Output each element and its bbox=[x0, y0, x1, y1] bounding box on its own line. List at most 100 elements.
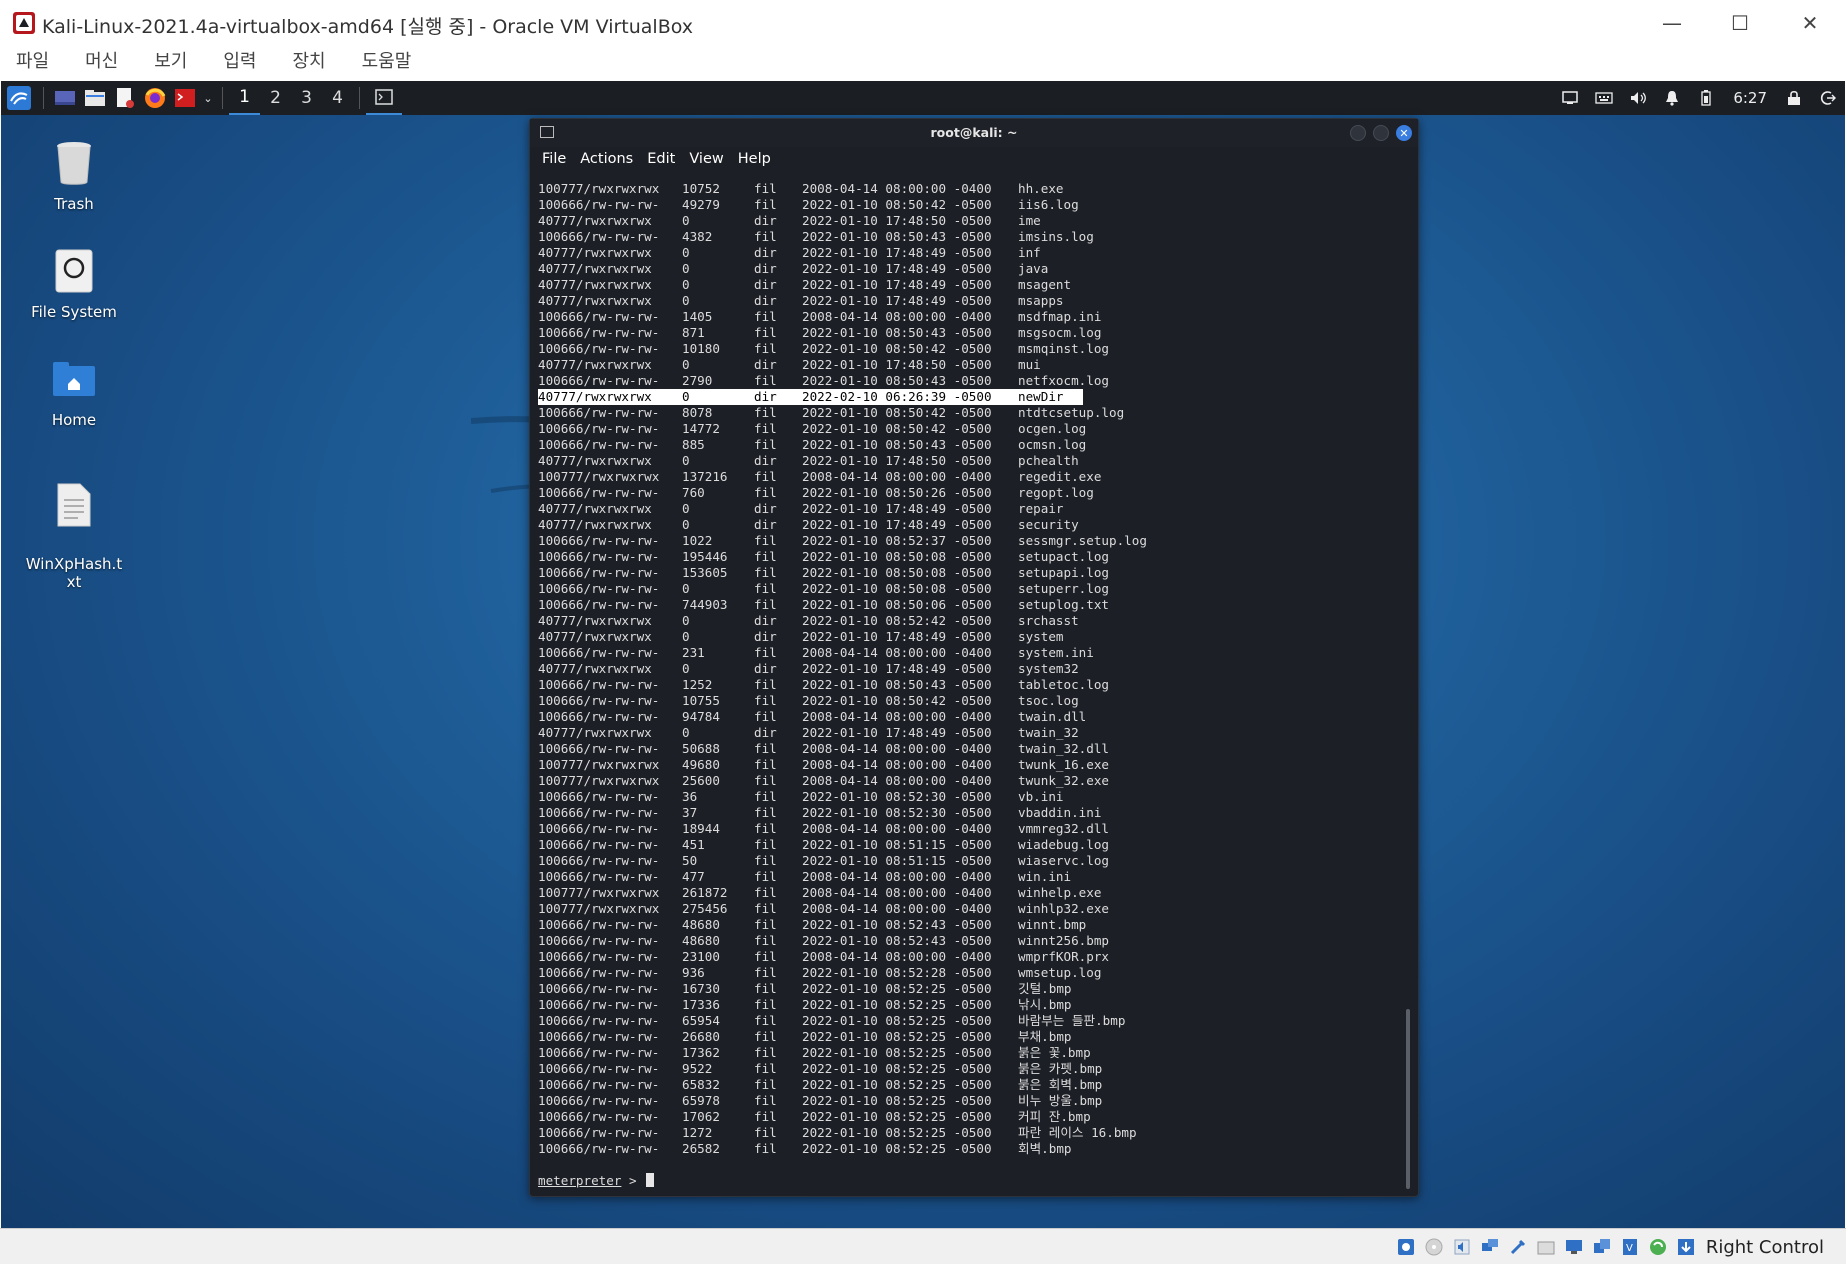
directory-entry[interactable]: 40777/rwxrwxrwx 0 dir 2022-01-10 17:48:49 -… bbox=[538, 293, 1402, 309]
terminal-titlebar[interactable]: root@kali: ~ ✕ bbox=[530, 119, 1418, 147]
directory-entry[interactable]: 40777/rwxrwxrwx 0 dir 2022-01-10 17:48:49 -… bbox=[538, 261, 1402, 277]
command-prompt[interactable]: meterpreter > bbox=[538, 1173, 1402, 1189]
directory-entry[interactable]: 100666/rw-rw-rw- 65978 fil 2022-01-10 08:52… bbox=[538, 1093, 1402, 1109]
volume-icon[interactable] bbox=[1621, 81, 1655, 115]
terminal-launcher-icon[interactable] bbox=[170, 83, 200, 113]
desktop-icon-trash[interactable]: Trash bbox=[23, 137, 125, 213]
battery-icon[interactable] bbox=[1689, 81, 1723, 115]
terminal-scrollbar[interactable] bbox=[1406, 1009, 1410, 1189]
terminal-maximize-button[interactable] bbox=[1373, 125, 1389, 141]
directory-entry[interactable]: 40777/rwxrwxrwx 0 dir 2022-01-10 17:48:49 -… bbox=[538, 277, 1402, 293]
directory-entry[interactable]: 40777/rwxrwxrwx 0 dir 2022-01-10 17:48:49 -… bbox=[538, 661, 1402, 677]
host-key-label[interactable]: Right Control bbox=[1706, 1237, 1824, 1258]
workspace-1[interactable]: 1 bbox=[229, 81, 260, 115]
kali-menu-icon[interactable] bbox=[1, 83, 37, 113]
directory-entry[interactable]: 100666/rw-rw-rw- 1405 fil 2008-04-14 08:00:… bbox=[538, 309, 1402, 325]
directory-entry[interactable]: 100666/rw-rw-rw- 17336 fil 2022-01-10 08:52… bbox=[538, 997, 1402, 1013]
text-editor-icon[interactable] bbox=[110, 83, 140, 113]
video-capture-status-icon[interactable] bbox=[1590, 1235, 1614, 1259]
directory-entry[interactable]: 100666/rw-rw-rw- 49279 fil 2022-01-10 08:50… bbox=[538, 197, 1402, 213]
directory-entry[interactable]: 100666/rw-rw-rw- 1022 fil 2022-01-10 08:52:… bbox=[538, 533, 1402, 549]
network-status-icon[interactable] bbox=[1478, 1235, 1502, 1259]
logout-icon[interactable] bbox=[1811, 81, 1845, 115]
terminal-output[interactable]: 100777/rwxrwxrwx 10752 fil 2008-04-14 08:00… bbox=[538, 181, 1402, 1188]
directory-entry[interactable]: 100666/rw-rw-rw- 9522 fil 2022-01-10 08:52:… bbox=[538, 1061, 1402, 1077]
workspace-4[interactable]: 4 bbox=[322, 81, 353, 115]
optical-drive-status-icon[interactable] bbox=[1422, 1235, 1446, 1259]
directory-entry[interactable]: 100777/rwxrwxrwx 10752 fil 2008-04-14 08:00… bbox=[538, 181, 1402, 197]
directory-entry[interactable]: 100666/rw-rw-rw- 26582 fil 2022-01-10 08:52… bbox=[538, 1141, 1402, 1157]
directory-entry[interactable]: 100666/rw-rw-rw- 14772 fil 2022-01-10 08:50… bbox=[538, 421, 1402, 437]
directory-entry[interactable]: 40777/rwxrwxrwx 0 dir 2022-01-10 08:52:42 -… bbox=[538, 613, 1402, 629]
close-button[interactable]: ✕ bbox=[1782, 6, 1838, 40]
workspace-2[interactable]: 2 bbox=[260, 81, 291, 115]
directory-entry[interactable]: 40777/rwxrwxrwx 0 dir 2022-01-10 17:48:50 -… bbox=[538, 357, 1402, 373]
directory-entry[interactable]: 100777/rwxrwxrwx 49680 fil 2008-04-14 08:00… bbox=[538, 757, 1402, 773]
directory-entry[interactable]: 100666/rw-rw-rw- 231 fil 2008-04-14 08:00:0… bbox=[538, 645, 1402, 661]
lock-icon[interactable] bbox=[1777, 81, 1811, 115]
directory-entry[interactable]: 100666/rw-rw-rw- 936 fil 2022-01-10 08:52:2… bbox=[538, 965, 1402, 981]
terminal-close-button[interactable]: ✕ bbox=[1396, 125, 1412, 141]
directory-entry-selected[interactable]: 40777/rwxrwxrwx 0 dir 2022-02-10 06:26:39 -… bbox=[538, 389, 1083, 405]
directory-entry[interactable]: 40777/rwxrwxrwx 0 dir 2022-01-10 17:48:50 -… bbox=[538, 213, 1402, 229]
directory-entry[interactable]: 100666/rw-rw-rw- 17362 fil 2022-01-10 08:52… bbox=[538, 1045, 1402, 1061]
directory-entry[interactable]: 100666/rw-rw-rw- 65954 fil 2022-01-10 08:52… bbox=[538, 1013, 1402, 1029]
firefox-icon[interactable] bbox=[140, 83, 170, 113]
directory-entry[interactable]: 100666/rw-rw-rw- 1252 fil 2022-01-10 08:50:… bbox=[538, 677, 1402, 693]
menu-devices[interactable]: 장치 bbox=[293, 46, 326, 80]
notification-bell-icon[interactable] bbox=[1655, 81, 1689, 115]
directory-entry[interactable]: 40777/rwxrwxrwx 0 dir 2022-01-10 17:48:49 -… bbox=[538, 629, 1402, 645]
audio-status-icon[interactable] bbox=[1450, 1235, 1474, 1259]
terminal-minimize-button[interactable] bbox=[1350, 125, 1366, 141]
terminal-window[interactable]: root@kali: ~ ✕ File Actions Edit View He… bbox=[529, 118, 1419, 1197]
directory-entry[interactable]: 100666/rw-rw-rw- 18944 fil 2008-04-14 08:00… bbox=[538, 821, 1402, 837]
directory-entry[interactable]: 40777/rwxrwxrwx 0 dir 2022-01-10 17:48:49 -… bbox=[538, 501, 1402, 517]
directory-entry[interactable]: 100666/rw-rw-rw- 451 fil 2022-01-10 08:51:1… bbox=[538, 837, 1402, 853]
desktop-icon-winxphash[interactable]: WinXpHash.t xt bbox=[23, 461, 125, 609]
directory-entry[interactable]: 100777/rwxrwxrwx 275456 fil 2008-04-14 08:0… bbox=[538, 901, 1402, 917]
directory-entry[interactable]: 100666/rw-rw-rw- 50 fil 2022-01-10 08:51:15… bbox=[538, 853, 1402, 869]
directory-entry[interactable]: 100666/rw-rw-rw- 2790 fil 2022-01-10 08:50:… bbox=[538, 373, 1402, 389]
menu-input[interactable]: 입력 bbox=[223, 46, 256, 80]
directory-entry[interactable]: 100666/rw-rw-rw- 17062 fil 2022-01-10 08:52… bbox=[538, 1109, 1402, 1125]
directory-entry[interactable]: 40777/rwxrwxrwx 0 dir 2022-01-10 17:48:49 -… bbox=[538, 725, 1402, 741]
directory-entry[interactable]: 100666/rw-rw-rw- 885 fil 2022-01-10 08:50:4… bbox=[538, 437, 1402, 453]
terminal-menu-view[interactable]: View bbox=[689, 147, 723, 171]
directory-entry[interactable]: 100777/rwxrwxrwx 261872 fil 2008-04-14 08:0… bbox=[538, 885, 1402, 901]
terminal-menu-help[interactable]: Help bbox=[738, 147, 771, 171]
directory-entry[interactable]: 100666/rw-rw-rw- 23100 fil 2008-04-14 08:00… bbox=[538, 949, 1402, 965]
directory-entry[interactable]: 100666/rw-rw-rw- 48680 fil 2022-01-10 08:52… bbox=[538, 933, 1402, 949]
guest-additions-status-icon[interactable] bbox=[1646, 1235, 1670, 1259]
directory-entry[interactable]: 100666/rw-rw-rw- 744903 fil 2022-01-10 08:5… bbox=[538, 597, 1402, 613]
file-manager-icon[interactable] bbox=[80, 83, 110, 113]
workspace-3[interactable]: 3 bbox=[291, 81, 322, 115]
directory-entry[interactable]: 100666/rw-rw-rw- 65832 fil 2022-01-10 08:52… bbox=[538, 1077, 1402, 1093]
terminal-menu-actions[interactable]: Actions bbox=[580, 147, 633, 171]
show-desktop-icon[interactable] bbox=[50, 83, 80, 113]
directory-entry[interactable]: 100666/rw-rw-rw- 16730 fil 2022-01-10 08:52… bbox=[538, 981, 1402, 997]
directory-entry[interactable]: 100666/rw-rw-rw- 10755 fil 2022-01-10 08:50… bbox=[538, 693, 1402, 709]
directory-entry[interactable]: 100777/rwxrwxrwx 137216 fil 2008-04-14 08:0… bbox=[538, 469, 1402, 485]
panel-clock[interactable]: 6:27 bbox=[1723, 89, 1777, 107]
cpu-status-icon[interactable]: V bbox=[1618, 1235, 1642, 1259]
desktop-icon-filesystem[interactable]: File System bbox=[23, 245, 125, 321]
directory-entry[interactable]: 100666/rw-rw-rw- 477 fil 2008-04-14 08:00:0… bbox=[538, 869, 1402, 885]
directory-entry[interactable]: 100666/rw-rw-rw- 36 fil 2022-01-10 08:52:30… bbox=[538, 789, 1402, 805]
display-status-icon[interactable] bbox=[1562, 1235, 1586, 1259]
menu-machine[interactable]: 머신 bbox=[85, 46, 118, 80]
desktop-icon-home[interactable]: Home bbox=[23, 353, 125, 429]
directory-entry[interactable]: 100666/rw-rw-rw- 8078 fil 2022-01-10 08:50:… bbox=[538, 405, 1402, 421]
directory-entry[interactable]: 100666/rw-rw-rw- 10180 fil 2022-01-10 08:50… bbox=[538, 341, 1402, 357]
maximize-button[interactable]: ☐ bbox=[1712, 6, 1768, 40]
taskbar-terminal-window[interactable] bbox=[366, 81, 402, 115]
directory-entry[interactable]: 100666/rw-rw-rw- 50688 fil 2008-04-14 08:00… bbox=[538, 741, 1402, 757]
directory-entry[interactable]: 40777/rwxrwxrwx 0 dir 2022-01-10 17:48:49 -… bbox=[538, 245, 1402, 261]
directory-entry[interactable]: 100666/rw-rw-rw- 153605 fil 2022-01-10 08:5… bbox=[538, 565, 1402, 581]
directory-entry[interactable]: 100666/rw-rw-rw- 195446 fil 2022-01-10 08:5… bbox=[538, 549, 1402, 565]
directory-entry[interactable]: 100666/rw-rw-rw- 26680 fil 2022-01-10 08:52… bbox=[538, 1029, 1402, 1045]
menu-file[interactable]: 파일 bbox=[16, 46, 49, 80]
directory-entry[interactable]: 100666/rw-rw-rw- 4382 fil 2022-01-10 08:50:… bbox=[538, 229, 1402, 245]
directory-entry[interactable]: 40777/rwxrwxrwx 0 dir 2022-01-10 17:48:49 -… bbox=[538, 517, 1402, 533]
keyboard-icon[interactable] bbox=[1587, 81, 1621, 115]
directory-entry[interactable]: 100666/rw-rw-rw- 94784 fil 2008-04-14 08:00… bbox=[538, 709, 1402, 725]
